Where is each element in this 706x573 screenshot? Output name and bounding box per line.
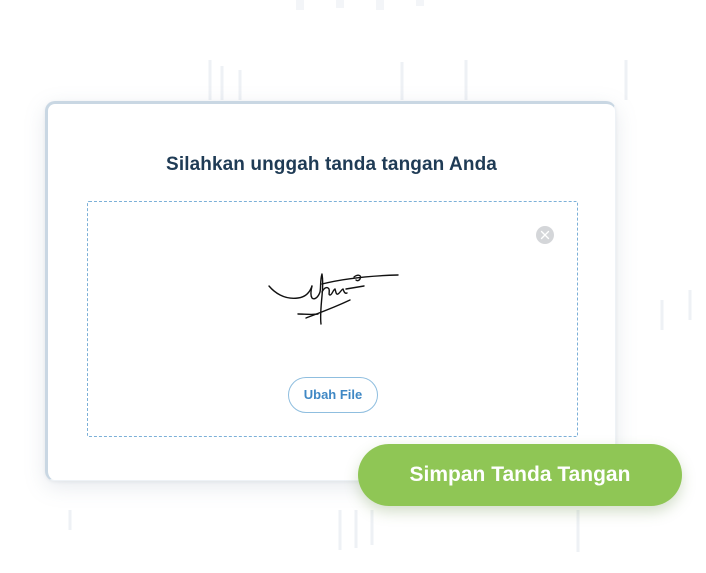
remove-file-button[interactable] bbox=[536, 226, 554, 244]
close-circle-icon bbox=[540, 230, 550, 240]
save-signature-button[interactable]: Simpan Tanda Tangan bbox=[358, 444, 682, 506]
signature-upload-card: Silahkan unggah tanda tangan Anda Ubah F… bbox=[45, 101, 616, 481]
card-title: Silahkan unggah tanda tangan Anda bbox=[166, 154, 497, 175]
signature-dropzone[interactable]: Ubah File bbox=[87, 201, 578, 437]
change-file-button[interactable]: Ubah File bbox=[288, 377, 378, 413]
signature-image bbox=[268, 273, 399, 325]
